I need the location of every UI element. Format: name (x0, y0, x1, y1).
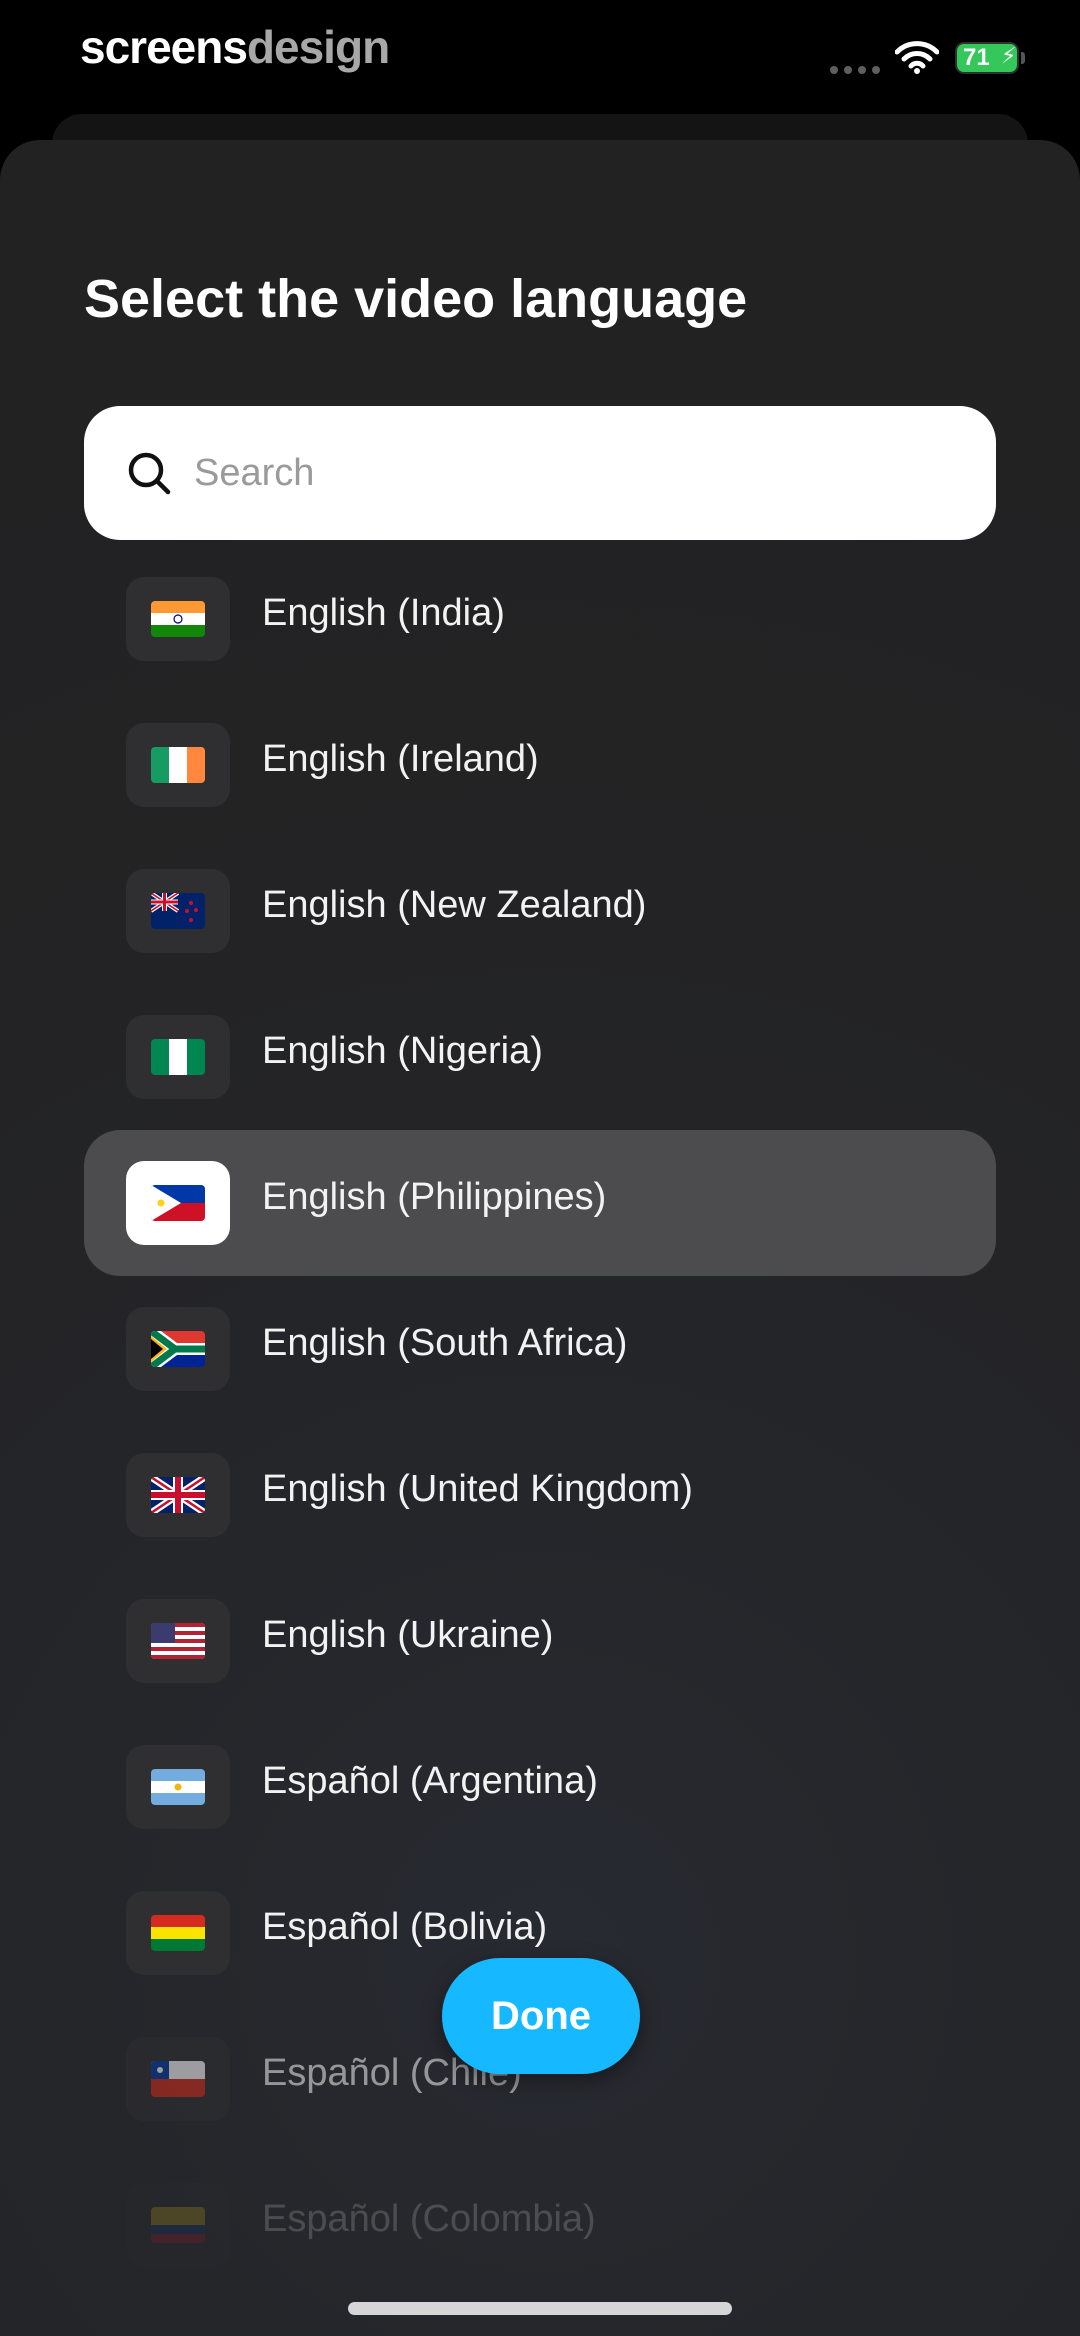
flag-container (126, 869, 230, 953)
charging-bolt-icon: ⚡︎ (1001, 44, 1017, 69)
language-label: English (India) (262, 592, 505, 634)
united-kingdom-flag-icon (151, 1477, 205, 1513)
language-row-new-zealand[interactable]: English (New Zealand) (84, 838, 996, 984)
colombia-flag-icon (151, 2207, 205, 2243)
sheet-title: Select the video language (84, 269, 748, 329)
wifi-icon (895, 41, 939, 74)
brand-part-2: design (246, 21, 390, 73)
flag-container (126, 1745, 230, 1829)
south-africa-flag-icon (151, 1331, 205, 1367)
status-bar: screensdesign 71 ⚡︎ (0, 0, 1080, 110)
search-box[interactable] (84, 406, 996, 540)
ireland-flag-icon (151, 747, 205, 783)
philippines-flag-icon (151, 1185, 205, 1221)
language-label: Español (Bolivia) (262, 1906, 548, 1948)
done-button[interactable]: Done (442, 1958, 640, 2074)
language-label: English (Philippines) (262, 1176, 607, 1218)
flag-container (126, 2183, 230, 2267)
brand-part-1: screens (80, 21, 248, 73)
language-label: English (Ukraine) (262, 1614, 554, 1656)
language-label: English (South Africa) (262, 1322, 628, 1364)
language-label: English (United Kingdom) (262, 1468, 693, 1510)
new-zealand-flag-icon (151, 893, 205, 929)
flag-container (126, 1307, 230, 1391)
flag-container (126, 1161, 230, 1245)
language-label: Español (Colombia) (262, 2198, 596, 2240)
language-row-ireland[interactable]: English (Ireland) (84, 692, 996, 838)
language-row-colombia[interactable]: Español (Colombia) (84, 2152, 996, 2298)
flag-container (126, 723, 230, 807)
search-icon (128, 452, 171, 495)
language-row-nigeria[interactable]: English (Nigeria) (84, 984, 996, 1130)
language-row-philippines[interactable]: English (Philippines) (84, 1130, 996, 1276)
flag-container (126, 1599, 230, 1683)
nigeria-flag-icon (151, 1039, 205, 1075)
argentina-flag-icon (151, 1769, 205, 1805)
language-label: English (Ireland) (262, 738, 539, 780)
bolivia-flag-icon (151, 1915, 205, 1951)
chile-flag-icon (151, 2061, 205, 2097)
flag-container (126, 577, 230, 661)
flag-container (126, 1015, 230, 1099)
brand-logo: screensdesign (80, 20, 390, 74)
flag-container (126, 2037, 230, 2121)
united-states-flag-icon (151, 1623, 205, 1659)
home-indicator[interactable] (348, 2302, 732, 2315)
signal-dots-icon (830, 66, 880, 74)
language-row-ukraine[interactable]: English (Ukraine) (84, 1568, 996, 1714)
flag-container (126, 1891, 230, 1975)
language-label: Español (Argentina) (262, 1760, 598, 1802)
language-row-india[interactable]: English (India) (84, 546, 996, 692)
language-row-argentina[interactable]: Español (Argentina) (84, 1714, 996, 1860)
battery-cap (1021, 52, 1025, 64)
language-label: English (New Zealand) (262, 884, 647, 926)
language-label: English (Nigeria) (262, 1030, 543, 1072)
india-flag-icon (151, 601, 205, 637)
flag-container (126, 1453, 230, 1537)
language-row-united-kingdom[interactable]: English (United Kingdom) (84, 1422, 996, 1568)
search-input[interactable] (194, 436, 954, 510)
language-row-south-africa[interactable]: English (South Africa) (84, 1276, 996, 1422)
